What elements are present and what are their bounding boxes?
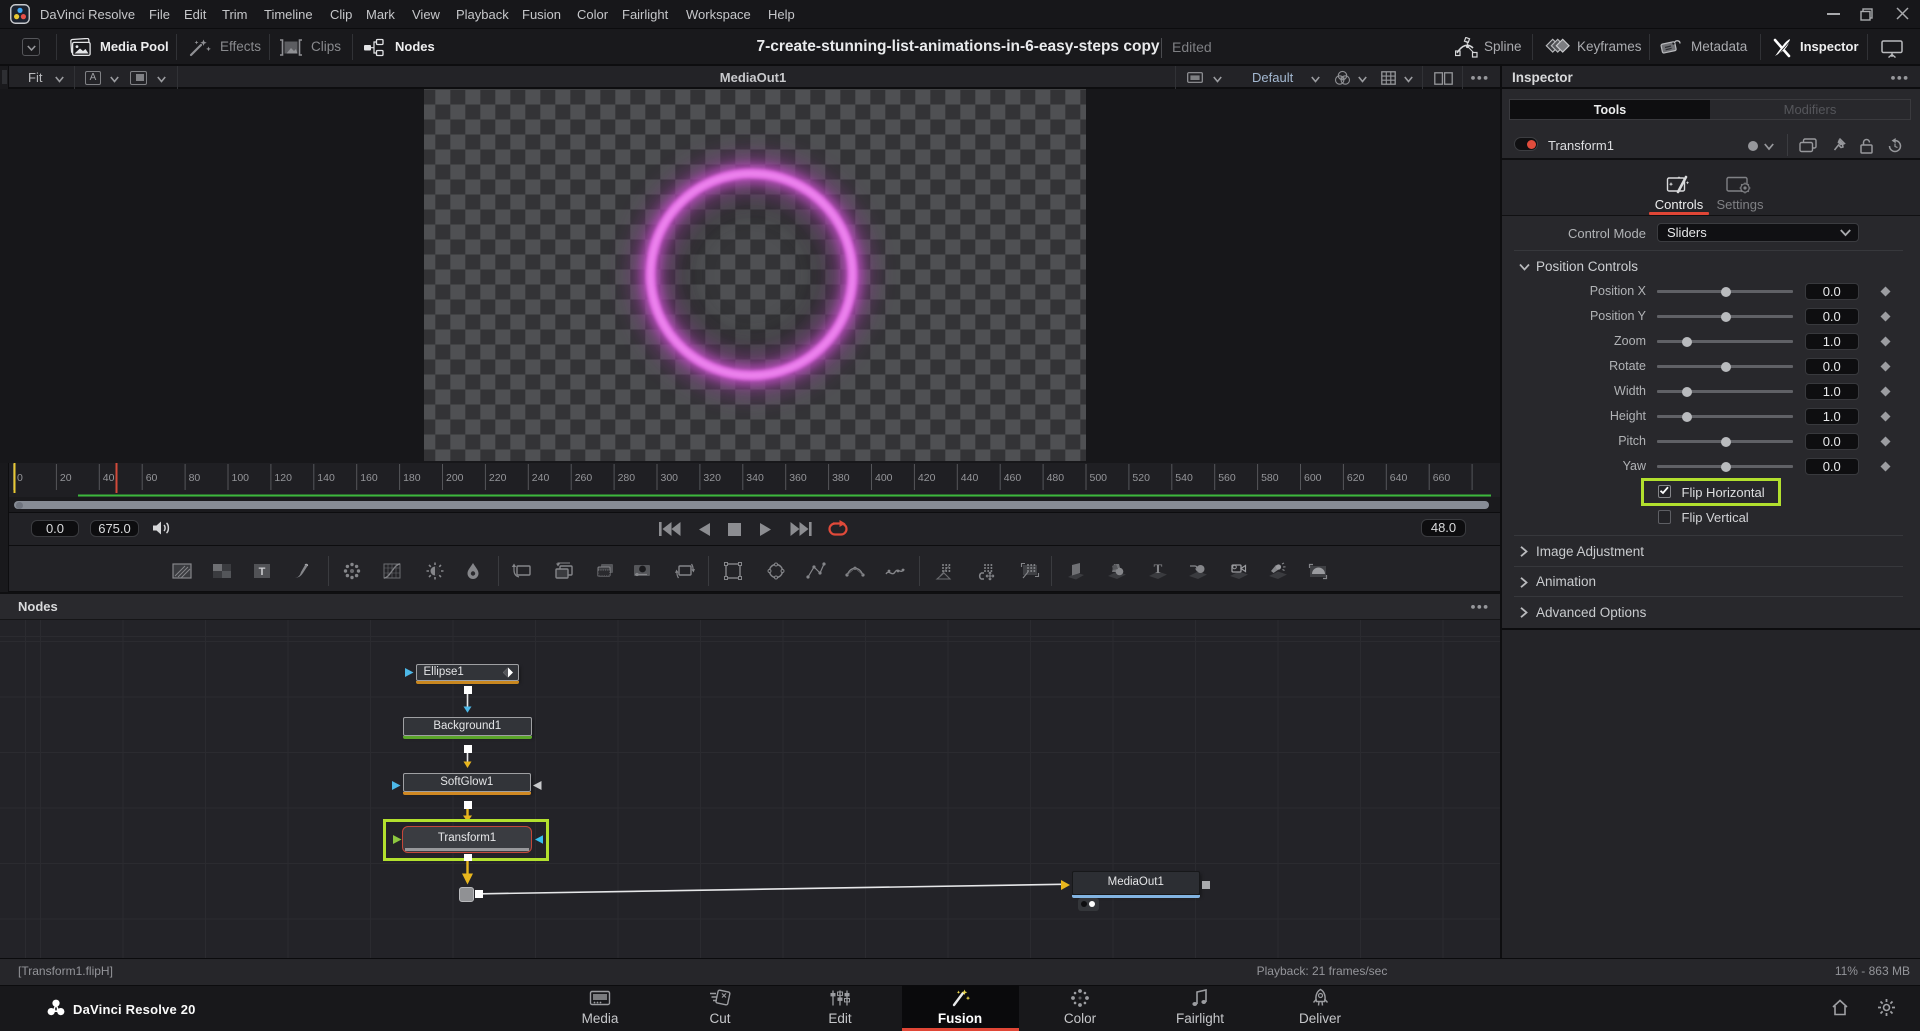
svg-text:0: 0 xyxy=(17,472,23,484)
svg-text:300: 300 xyxy=(661,472,679,484)
svg-text:660: 660 xyxy=(1433,472,1451,484)
svg-text:480: 480 xyxy=(1047,472,1065,484)
svg-text:T: T xyxy=(1154,561,1163,576)
svg-text:220: 220 xyxy=(489,472,507,484)
svg-text:560: 560 xyxy=(1218,472,1236,484)
svg-text:320: 320 xyxy=(703,472,721,484)
svg-text:360: 360 xyxy=(789,472,807,484)
svg-text:520: 520 xyxy=(1132,472,1150,484)
svg-text:620: 620 xyxy=(1347,472,1365,484)
svg-text:40: 40 xyxy=(103,472,115,484)
svg-text:380: 380 xyxy=(832,472,850,484)
svg-text:640: 640 xyxy=(1390,472,1408,484)
svg-text:460: 460 xyxy=(1004,472,1022,484)
svg-text:140: 140 xyxy=(317,472,335,484)
svg-text:T: T xyxy=(259,566,266,578)
svg-text:60: 60 xyxy=(146,472,158,484)
svg-text:580: 580 xyxy=(1261,472,1279,484)
svg-text:500: 500 xyxy=(1090,472,1108,484)
svg-text:440: 440 xyxy=(961,472,979,484)
svg-text:240: 240 xyxy=(532,472,550,484)
svg-text:540: 540 xyxy=(1175,472,1193,484)
svg-text:100: 100 xyxy=(232,472,250,484)
svg-text:160: 160 xyxy=(360,472,378,484)
svg-text:280: 280 xyxy=(618,472,636,484)
svg-text:340: 340 xyxy=(746,472,764,484)
svg-text:260: 260 xyxy=(575,472,593,484)
svg-text:120: 120 xyxy=(274,472,292,484)
svg-text:400: 400 xyxy=(875,472,893,484)
svg-text:80: 80 xyxy=(189,472,201,484)
svg-text:180: 180 xyxy=(403,472,421,484)
svg-text:200: 200 xyxy=(446,472,464,484)
svg-text:20: 20 xyxy=(60,472,72,484)
svg-text:420: 420 xyxy=(918,472,936,484)
svg-text:600: 600 xyxy=(1304,472,1322,484)
